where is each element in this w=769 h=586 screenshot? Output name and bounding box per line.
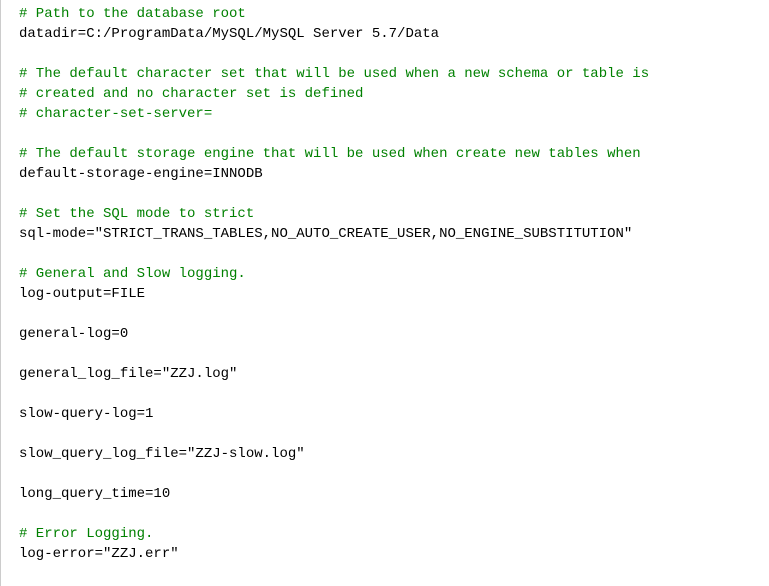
comment-line: # Error Logging. <box>19 524 751 544</box>
blank-line <box>19 304 751 324</box>
config-line: log-error="ZZJ.err" <box>19 544 751 564</box>
comment-line: # character-set-server= <box>19 104 751 124</box>
comment-line: # The default character set that will be… <box>19 64 751 84</box>
blank-line <box>19 344 751 364</box>
config-line: datadir=C:/ProgramData/MySQL/MySQL Serve… <box>19 24 751 44</box>
comment-line: # Set the SQL mode to strict <box>19 204 751 224</box>
blank-line <box>19 384 751 404</box>
blank-line <box>19 424 751 444</box>
blank-line <box>19 504 751 524</box>
config-line: general-log=0 <box>19 324 751 344</box>
config-file-view: # Path to the database rootdatadir=C:/Pr… <box>19 4 751 564</box>
blank-line <box>19 244 751 264</box>
comment-line: # Path to the database root <box>19 4 751 24</box>
comment-line: # General and Slow logging. <box>19 264 751 284</box>
blank-line <box>19 184 751 204</box>
comment-line: # created and no character set is define… <box>19 84 751 104</box>
config-line: slow_query_log_file="ZZJ-slow.log" <box>19 444 751 464</box>
blank-line <box>19 44 751 64</box>
config-line: slow-query-log=1 <box>19 404 751 424</box>
blank-line <box>19 464 751 484</box>
config-line: general_log_file="ZZJ.log" <box>19 364 751 384</box>
blank-line <box>19 124 751 144</box>
comment-line: # The default storage engine that will b… <box>19 144 751 164</box>
config-line: long_query_time=10 <box>19 484 751 504</box>
config-line: sql-mode="STRICT_TRANS_TABLES,NO_AUTO_CR… <box>19 224 751 244</box>
config-line: log-output=FILE <box>19 284 751 304</box>
config-line: default-storage-engine=INNODB <box>19 164 751 184</box>
